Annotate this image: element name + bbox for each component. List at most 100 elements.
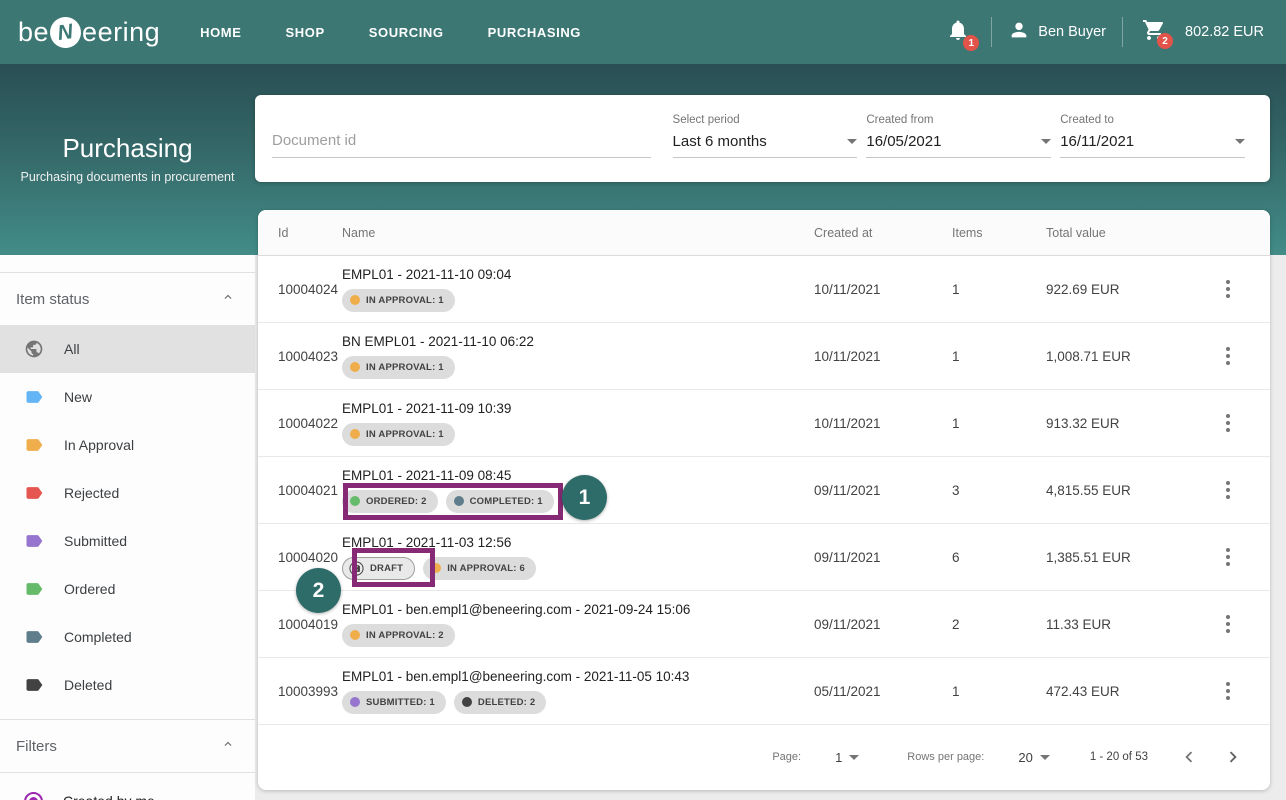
column-id: Id xyxy=(278,225,289,240)
row-id: 10004020 xyxy=(278,549,339,565)
chip-label: SUBMITTED: 1 xyxy=(366,696,435,708)
cart-button[interactable]: 2 802.82 EUR xyxy=(1139,17,1264,49)
sidebar-item-label: Submitted xyxy=(64,533,128,549)
document-id-field xyxy=(272,95,651,158)
user-name: Ben Buyer xyxy=(1038,24,1106,40)
nav-item-purchasing[interactable]: PURCHASING xyxy=(488,25,581,40)
chip-label: IN APPROVAL: 1 xyxy=(366,294,444,306)
row-created-at: 05/11/2021 xyxy=(814,683,881,699)
chevron-up-icon xyxy=(221,290,235,308)
page-header: Purchasing Purchasing documents in procu… xyxy=(0,133,255,184)
row-menu-button[interactable] xyxy=(1220,475,1236,505)
row-items: 1 xyxy=(952,348,960,364)
status-chip: IN APPROVAL: 2 xyxy=(342,623,455,647)
status-dot xyxy=(350,630,360,640)
navbar-right: 1 Ben Buyer 2 802.82 EUR xyxy=(941,15,1264,51)
nav-item-home[interactable]: HOME xyxy=(200,25,241,40)
notifications-button[interactable]: 1 xyxy=(941,15,980,51)
chevron-down-icon xyxy=(1235,139,1246,144)
rows-per-page-select[interactable]: 20 xyxy=(1018,750,1050,765)
filter-bar: Select period Last 6 months Created from… xyxy=(255,95,1270,182)
status-dot xyxy=(350,295,360,305)
item-status-title: Item status xyxy=(16,290,90,308)
nav-item-shop[interactable]: SHOP xyxy=(286,25,325,40)
status-chip: DELETED: 2 xyxy=(453,690,547,714)
next-page-button[interactable] xyxy=(1222,746,1244,768)
brand-logo[interactable]: be Neering xyxy=(18,14,160,50)
annotation-box-2 xyxy=(352,548,435,587)
row-total: 1,008.71 EUR xyxy=(1046,348,1131,364)
page-label: Page: xyxy=(772,751,802,763)
table-row[interactable]: 10004023 BN EMPL01 - 2021-11-10 06:22 IN… xyxy=(258,323,1270,390)
created-to-select[interactable]: Created to 16/11/2021 xyxy=(1060,95,1246,158)
sidebar-item-ordered[interactable]: Ordered xyxy=(0,565,255,613)
row-menu-button[interactable] xyxy=(1220,341,1236,371)
nav-divider xyxy=(991,17,993,47)
row-total: 11.33 EUR xyxy=(1046,616,1112,632)
filter-created-by-me[interactable]: Created by me xyxy=(0,773,255,800)
period-label: Select period xyxy=(672,114,740,126)
chevron-down-icon xyxy=(1039,754,1050,760)
row-total: 4,815.55 EUR xyxy=(1046,482,1131,498)
row-menu-button[interactable] xyxy=(1220,542,1236,572)
rows-per-page-label: Rows per page: xyxy=(907,751,985,763)
nav-item-sourcing[interactable]: SOURCING xyxy=(369,25,444,40)
sidebar-item-all[interactable]: All xyxy=(0,325,255,373)
period-value: Last 6 months xyxy=(672,133,767,150)
row-total: 1,385.51 EUR xyxy=(1046,549,1131,565)
sidebar-item-rejected[interactable]: Rejected xyxy=(0,469,255,517)
created-from-select[interactable]: Created from 16/05/2021 xyxy=(866,95,1052,158)
row-menu-button[interactable] xyxy=(1220,676,1236,706)
filters-section-header[interactable]: Filters xyxy=(0,720,255,772)
table-row[interactable]: 10004019 EMPL01 - ben.empl1@beneering.co… xyxy=(258,591,1270,658)
previous-page-button[interactable] xyxy=(1178,746,1200,768)
table-header: Id Name Created at Items Total value xyxy=(258,210,1270,256)
chip-label: IN APPROVAL: 6 xyxy=(447,562,525,574)
user-menu[interactable]: Ben Buyer xyxy=(1008,19,1106,45)
status-chip: SUBMITTED: 1 xyxy=(342,690,446,714)
row-menu-button[interactable] xyxy=(1220,408,1236,438)
sidebar-item-completed[interactable]: Completed xyxy=(0,613,255,661)
item-status-section-header[interactable]: Item status xyxy=(0,273,255,325)
status-dot xyxy=(350,697,360,707)
created-from-value: 16/05/2021 xyxy=(866,133,942,150)
row-name-cell: EMPL01 - ben.empl1@beneering.com - 2021-… xyxy=(342,602,814,647)
sidebar-item-in-approval[interactable]: In Approval xyxy=(0,421,255,469)
sidebar-item-submitted[interactable]: Submitted xyxy=(0,517,255,565)
top-navbar: be Neering HOME SHOP SOURCING PURCHASING … xyxy=(0,0,1286,64)
sidebar-item-label: Completed xyxy=(64,629,132,645)
row-name-cell: EMPL01 - ben.empl1@beneering.com - 2021-… xyxy=(342,669,814,714)
table-row[interactable]: 10004024 EMPL01 - 2021-11-10 09:04 IN AP… xyxy=(258,256,1270,323)
row-name: EMPL01 - 2021-11-10 09:04 xyxy=(342,266,512,282)
table-row[interactable]: 10003993 EMPL01 - ben.empl1@beneering.co… xyxy=(258,658,1270,725)
page-select[interactable]: 1 xyxy=(835,750,860,765)
column-total-value: Total value xyxy=(1046,225,1106,240)
row-menu-button[interactable] xyxy=(1220,274,1236,304)
row-name-cell: EMPL01 - 2021-11-09 10:39 IN APPROVAL: 1 xyxy=(342,401,814,446)
status-chip: IN APPROVAL: 1 xyxy=(342,422,455,446)
label-icon xyxy=(24,675,44,695)
period-select[interactable]: Select period Last 6 months xyxy=(672,95,858,158)
status-dot xyxy=(461,697,472,707)
row-id: 10004021 xyxy=(278,482,339,498)
filters-title: Filters xyxy=(16,737,57,755)
row-id: 10004023 xyxy=(278,348,339,364)
label-icon xyxy=(24,579,44,599)
sidebar-item-deleted[interactable]: Deleted xyxy=(0,661,255,709)
row-total: 472.43 EUR xyxy=(1046,683,1120,699)
column-created-at: Created at xyxy=(814,225,873,240)
sidebar-item-new[interactable]: New xyxy=(0,373,255,421)
label-icon xyxy=(24,387,44,407)
row-menu-button[interactable] xyxy=(1220,609,1236,639)
radio-selected-icon xyxy=(24,791,43,800)
row-items: 1 xyxy=(952,683,960,699)
annotation-step-2: 2 xyxy=(296,568,341,613)
document-id-input[interactable] xyxy=(272,132,651,158)
cart-icon-wrap: 2 xyxy=(1139,17,1173,49)
logo-prefix: be xyxy=(18,16,50,47)
chevron-down-icon xyxy=(1041,139,1052,144)
row-id: 10004022 xyxy=(278,415,339,431)
status-chip: IN APPROVAL: 1 xyxy=(342,355,455,379)
table-row[interactable]: 10004022 EMPL01 - 2021-11-09 10:39 IN AP… xyxy=(258,390,1270,457)
sidebar-item-label: Deleted xyxy=(64,677,113,693)
